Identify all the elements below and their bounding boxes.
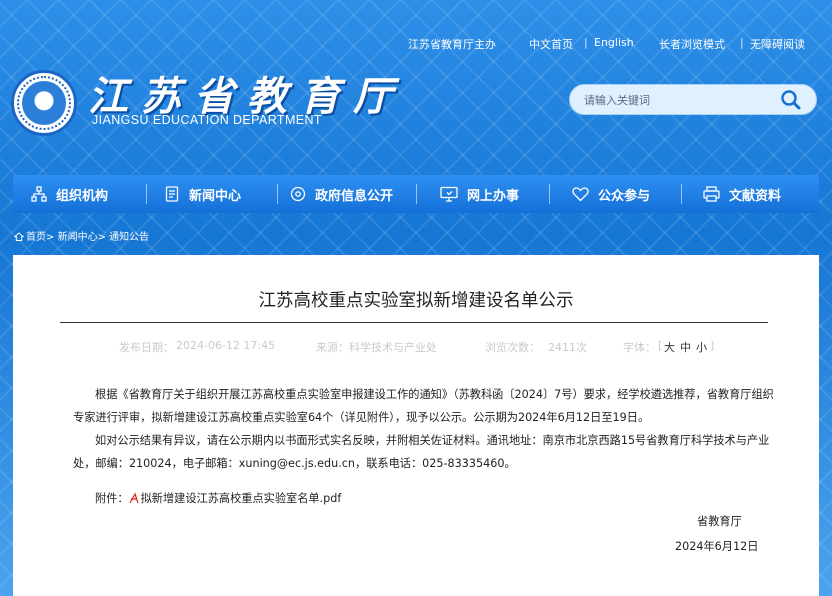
article-title: 江苏高校重点实验室拟新增建设名单公示	[258, 291, 574, 311]
nav-divider	[146, 184, 147, 204]
nav-item-org[interactable]: 组织机构	[31, 175, 108, 213]
site-subtitle: JIANGSU EDUCATION DEPARTMENT	[92, 113, 322, 127]
sponsor-text: 江苏省教育厅主办	[408, 38, 496, 51]
main-nav: 组织机构 新闻中心 政府信息公开 网上办事 公众参与 文献资料	[13, 175, 819, 213]
breadcrumb-home-link[interactable]: 首页	[26, 232, 46, 243]
home-icon	[13, 232, 25, 244]
sign-date: 2024年6月12日	[675, 540, 759, 553]
nav-item-public-participation[interactable]: 公众参与	[572, 175, 650, 213]
org-chart-icon	[31, 186, 47, 202]
font-small-button[interactable]: 小	[696, 339, 707, 355]
department-emblem-logo[interactable]	[11, 70, 77, 136]
attachment-link[interactable]: 拟新增建设江苏高校重点实验室名单.pdf	[141, 492, 342, 505]
nav-divider	[416, 184, 417, 204]
breadcrumb-news-link[interactable]: 新闻中心	[58, 232, 98, 243]
publish-date-label: 发布日期：	[119, 341, 174, 354]
signer: 省教育厅	[697, 515, 742, 528]
nav-divider	[277, 184, 278, 204]
nav-item-online-service[interactable]: 网上办事	[440, 175, 519, 213]
breadcrumb: 首页> 新闻中心> 通知公告	[13, 228, 149, 244]
document-icon	[165, 186, 179, 202]
eye-icon	[290, 186, 306, 202]
nav-item-literature[interactable]: 文献资料	[703, 175, 781, 213]
font-bracket: [	[658, 339, 663, 352]
attachment-label: 附件：	[95, 492, 129, 505]
font-bracket: ]	[710, 339, 715, 352]
views-count: 2411次	[548, 341, 587, 354]
article-panel: 江苏高校重点实验室拟新增建设名单公示 发布日期： 2024-06-12 17:4…	[13, 255, 819, 596]
chinese-home-link[interactable]: 中文首页	[529, 36, 573, 52]
accessible-reading-link[interactable]: 无障碍阅读	[750, 36, 805, 52]
nav-label: 网上办事	[467, 188, 520, 204]
breadcrumb-separator: >	[46, 232, 55, 243]
source: 科学技术与产业处	[349, 341, 437, 354]
monitor-icon	[440, 186, 458, 202]
separator: |	[584, 36, 588, 49]
font-large-button[interactable]: 大	[664, 339, 675, 355]
elder-mode-link[interactable]: 长者浏览模式	[659, 36, 725, 52]
source-label: 来源：	[316, 341, 349, 354]
nav-label: 文献资料	[729, 188, 782, 204]
nav-label: 新闻中心	[189, 188, 242, 204]
attachment-line: 附件： 拟新增建设江苏高校重点实验室名单.pdf	[95, 490, 341, 507]
nav-divider	[681, 184, 682, 204]
font-size-label: 字体：	[623, 341, 656, 354]
nav-divider	[549, 184, 550, 204]
nav-item-gov-info[interactable]: 政府信息公开	[290, 175, 393, 213]
nav-label: 政府信息公开	[315, 188, 394, 204]
heart-icon	[572, 187, 589, 202]
publish-date: 2024-06-12 17:45	[176, 339, 276, 352]
breadcrumb-notice-link[interactable]: 通知公告	[109, 232, 149, 243]
nav-label: 公众参与	[598, 188, 651, 204]
breadcrumb-separator: >	[97, 232, 106, 243]
english-link[interactable]: English	[594, 36, 634, 49]
title-divider	[60, 322, 768, 323]
printer-icon	[703, 186, 720, 202]
separator: |	[740, 36, 744, 49]
emblem-center	[22, 81, 66, 125]
search-input[interactable]	[584, 91, 774, 109]
pdf-icon	[129, 492, 139, 507]
paragraph: 如对公示结果有异议，请在公示期内以书面形式实名反映，并附相关佐证材料。通讯地址：…	[73, 434, 770, 470]
nav-item-news[interactable]: 新闻中心	[164, 175, 241, 213]
article-body: 根据《省教育厅关于组织开展江苏高校重点实验室申报建设工作的通知》（苏教科函〔20…	[73, 383, 781, 475]
paragraph: 根据《省教育厅关于组织开展江苏高校重点实验室申报建设工作的通知》（苏教科函〔20…	[73, 388, 774, 424]
nav-label: 组织机构	[56, 188, 109, 204]
search-icon[interactable]	[780, 89, 802, 111]
font-medium-button[interactable]: 中	[680, 339, 691, 355]
views-label: 浏览次数：	[485, 341, 540, 354]
top-links-bar: 江苏省教育厅主办 中文首页 | English 长者浏览模式 | 无障碍阅读	[0, 36, 832, 52]
search-box	[569, 84, 817, 115]
